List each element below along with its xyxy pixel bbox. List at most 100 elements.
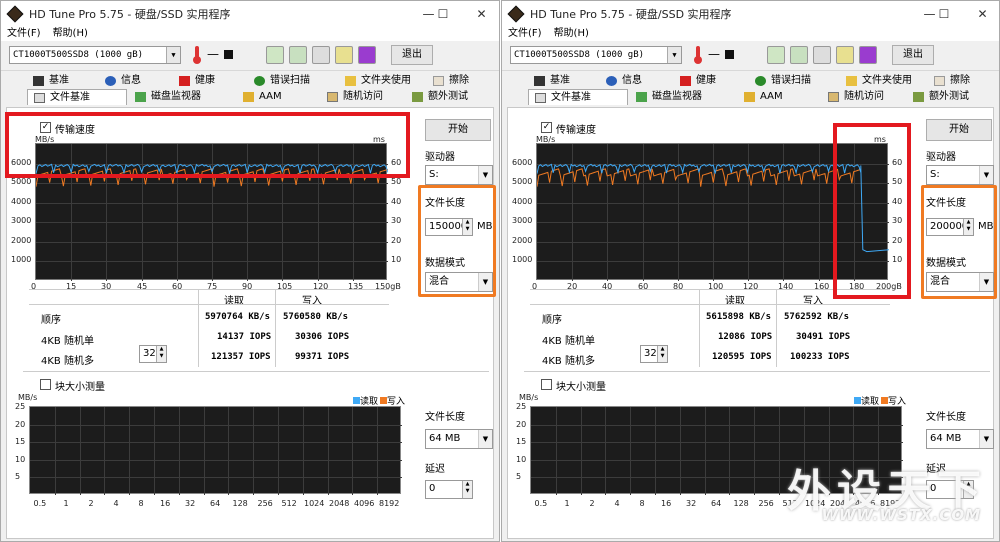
toolbar: CT1000T500SSD8 (1000 gB) ▼ — 退出 [502, 41, 999, 71]
y-tick-label-right: 10 [892, 255, 903, 264]
block-size-checkbox[interactable] [541, 379, 552, 390]
block-y-tick-label: 15 [15, 437, 26, 446]
hdtune-window-left: HD Tune Pro 5.75 - 硬盘/SSD 实用程序 — ☐ ✕ 文件(… [0, 0, 500, 542]
delay-value: 0 [429, 483, 436, 494]
chevron-down-icon: ▼ [667, 47, 681, 63]
block-size-checkbox[interactable] [40, 379, 51, 390]
y-tick-label-right: 10 [391, 255, 402, 264]
block-x-tick-label: 128 [733, 499, 749, 508]
drive-label: 驱动器 [425, 152, 455, 163]
drive-letter-value: S: [930, 169, 940, 180]
tab-aam[interactable]: AAM [237, 89, 282, 105]
drive-select[interactable]: CT1000T500SSD8 (1000 gB) ▼ [9, 46, 181, 64]
divider [275, 289, 276, 367]
drive-letter-select[interactable]: S: ▼ [425, 165, 493, 185]
menu-help[interactable]: 帮助(H) [554, 27, 589, 41]
menu-file[interactable]: 文件(F) [508, 27, 542, 41]
close-button[interactable]: ✕ [960, 1, 999, 27]
tab-disk-monitor[interactable]: 磁盘监视器 [129, 89, 201, 105]
random-access-icon [327, 92, 338, 102]
tab-extra-tests[interactable]: 额外测试 [406, 89, 468, 105]
copy-image-icon[interactable] [289, 46, 307, 64]
camera-icon[interactable] [813, 46, 831, 64]
tab-random-access[interactable]: 随机访问 [822, 89, 884, 105]
tab-extra-tests[interactable]: 额外测试 [907, 89, 969, 105]
grid-line [30, 477, 402, 478]
grid-line [303, 407, 304, 495]
spinner-icon[interactable]: ▲ ▼ [156, 346, 166, 362]
tab-benchmark[interactable]: 基准 [528, 73, 570, 89]
file-benchmark-panel: ✓ 传输速度 MB/s ms 6000 5000 4000 3000 2000 1000 6… [6, 107, 494, 539]
drive-letter-select[interactable]: S: ▼ [926, 165, 994, 185]
transfer-speed-checkbox[interactable]: ✓ [40, 122, 51, 133]
exit-button[interactable]: 退出 [391, 45, 433, 65]
camera-icon[interactable] [312, 46, 330, 64]
maximize-button[interactable]: ☐ [423, 1, 463, 27]
transfer-speed-checkbox[interactable]: ✓ [541, 122, 552, 133]
tab-erase[interactable]: 擦除 [928, 73, 970, 89]
tab-error-scan[interactable]: 错误扫描 [248, 73, 310, 89]
tab-folder-usage[interactable]: 文件夹使用 [840, 73, 912, 89]
thermometer-icon [193, 46, 201, 64]
magnifier-icon [254, 76, 265, 86]
title-bar: HD Tune Pro 5.75 - 硬盘/SSD 实用程序 — ☐ ✕ [1, 1, 499, 27]
close-button[interactable]: ✕ [459, 1, 499, 27]
tab-file-benchmark[interactable]: 文件基准 [528, 89, 628, 105]
data-mode-select[interactable]: 混合 ▼ [425, 272, 493, 292]
block-file-length-select[interactable]: 64 MB ▼ [926, 429, 994, 449]
block-x-tick-label: 32 [185, 499, 196, 508]
tab-info[interactable]: 信息 [600, 73, 642, 89]
tab-info[interactable]: 信息 [99, 73, 141, 89]
spinner-icon[interactable]: ▲ ▼ [462, 481, 472, 498]
grid-line [30, 425, 402, 426]
download-icon[interactable] [859, 46, 877, 64]
tab-disk-monitor[interactable]: 磁盘监视器 [630, 89, 702, 105]
app-icon [507, 5, 525, 23]
queue-depth-input[interactable]: 32 ▲ ▼ [139, 345, 167, 363]
start-button[interactable]: 开始 [425, 119, 491, 141]
options-icon[interactable] [836, 46, 854, 64]
start-button[interactable]: 开始 [926, 119, 992, 141]
download-icon[interactable] [358, 46, 376, 64]
copy-text-icon[interactable] [767, 46, 785, 64]
options-icon[interactable] [335, 46, 353, 64]
tab-health[interactable]: 健康 [674, 73, 716, 89]
speaker-icon [243, 92, 254, 102]
tab-random-access[interactable]: 随机访问 [321, 89, 383, 105]
tab-file-benchmark[interactable]: 文件基准 [27, 89, 127, 105]
spinner-icon[interactable]: ▲ ▼ [657, 346, 667, 362]
data-mode-select[interactable]: 混合 ▼ [926, 272, 994, 292]
block-file-length-select[interactable]: 64 MB ▼ [425, 429, 493, 449]
menu-file[interactable]: 文件(F) [7, 27, 41, 41]
file-length-input[interactable]: 150000 ▲ ▼ [425, 218, 473, 236]
maximize-button[interactable]: ☐ [924, 1, 964, 27]
block-x-tick-label: 64 [210, 499, 221, 508]
copy-image-icon[interactable] [790, 46, 808, 64]
tab-erase[interactable]: 擦除 [427, 73, 469, 89]
drive-select[interactable]: CT1000T500SSD8 (1000 gB) ▼ [510, 46, 682, 64]
tab-folder-usage[interactable]: 文件夹使用 [339, 73, 411, 89]
tab-benchmark[interactable]: 基准 [27, 73, 69, 89]
spinner-icon[interactable]: ▲ ▼ [963, 219, 973, 235]
copy-text-icon[interactable] [266, 46, 284, 64]
spinner-icon[interactable]: ▲ ▼ [462, 219, 472, 235]
tab-label: 擦除 [950, 75, 970, 86]
app-icon [6, 5, 24, 23]
tab-health[interactable]: 健康 [173, 73, 215, 89]
queue-depth-input[interactable]: 32 ▲ ▼ [640, 345, 668, 363]
grid-line [655, 407, 656, 495]
file-length-input[interactable]: 200000 ▲ ▼ [926, 218, 974, 236]
tab-aam[interactable]: AAM [738, 89, 783, 105]
delay-input[interactable]: 0 ▲ ▼ [425, 480, 473, 499]
exit-button[interactable]: 退出 [892, 45, 934, 65]
temperature-unit-icon [725, 50, 734, 59]
tab-label: 健康 [696, 75, 716, 86]
block-size-graph [29, 406, 402, 495]
block-y-tick-label: 20 [15, 420, 26, 429]
seq-write-value: 5762592 KB/s [784, 312, 850, 322]
menu-help[interactable]: 帮助(H) [53, 27, 88, 41]
tab-label: 额外测试 [428, 91, 468, 102]
y-tick-label-left: 5000 [11, 177, 32, 186]
tab-error-scan[interactable]: 错误扫描 [749, 73, 811, 89]
seq-write-value: 5760580 KB/s [283, 312, 349, 322]
